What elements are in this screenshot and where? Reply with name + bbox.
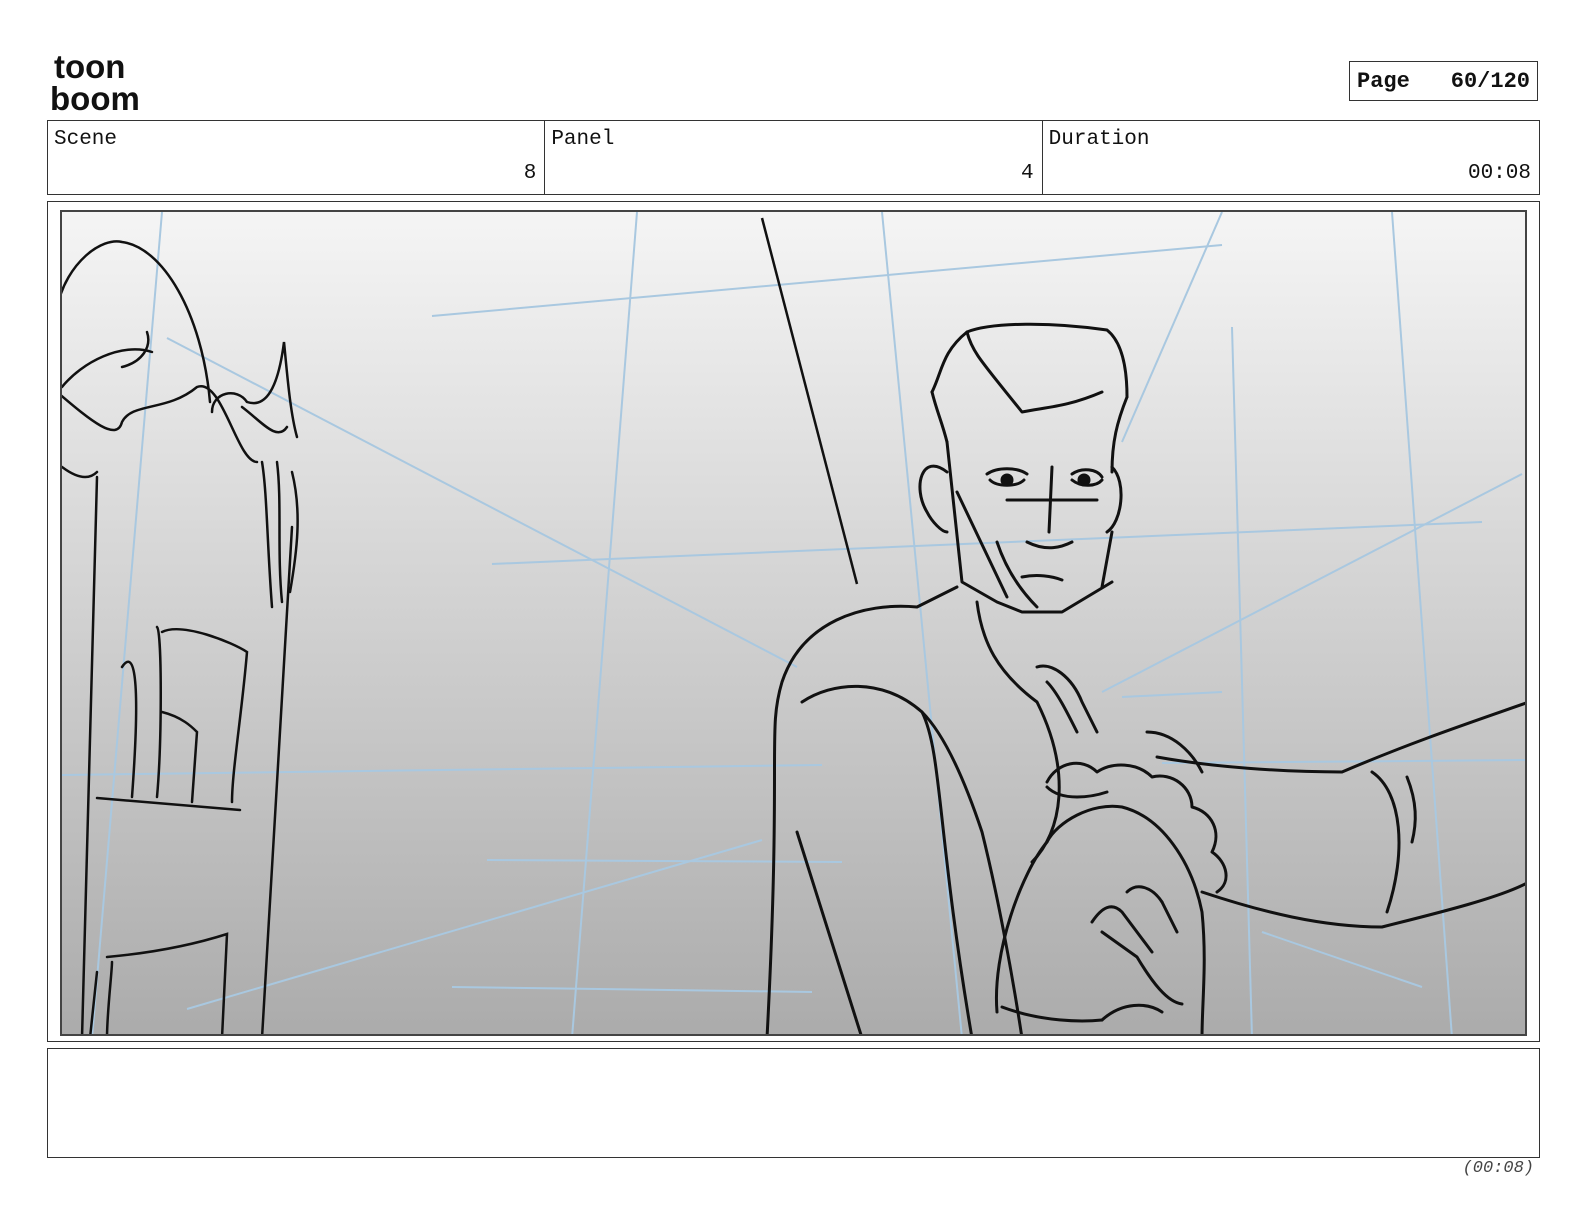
duration-cell: Duration 00:08 <box>1043 121 1539 194</box>
info-row: Scene 8 Panel 4 Duration 00:08 <box>47 120 1540 195</box>
panel-cell: Panel 4 <box>545 121 1043 194</box>
sky-gradient <box>62 212 1525 1034</box>
page-indicator: Page 60/120 <box>1349 61 1538 101</box>
panel-image <box>60 210 1527 1036</box>
logo-line-2: boom <box>50 80 140 112</box>
duration-value: 00:08 <box>1467 162 1531 185</box>
scene-cell: Scene 8 <box>48 121 546 194</box>
panel-label: Panel <box>551 128 615 151</box>
toonboom-logo: toon boom <box>50 50 165 112</box>
page-number: 60/120 <box>1450 68 1530 94</box>
storyboard-sketch-icon <box>62 212 1525 1034</box>
notes-box <box>47 1048 1540 1158</box>
toonboom-logo-icon: toon boom <box>50 50 140 112</box>
scene-label: Scene <box>54 128 118 151</box>
panel-value: 4 <box>1021 162 1034 185</box>
footer-duration: (00:08) <box>1462 1159 1534 1178</box>
duration-label: Duration <box>1048 128 1150 151</box>
scene-value: 8 <box>523 162 537 185</box>
panel-frame <box>47 201 1540 1042</box>
page-label: Page <box>1357 68 1410 94</box>
